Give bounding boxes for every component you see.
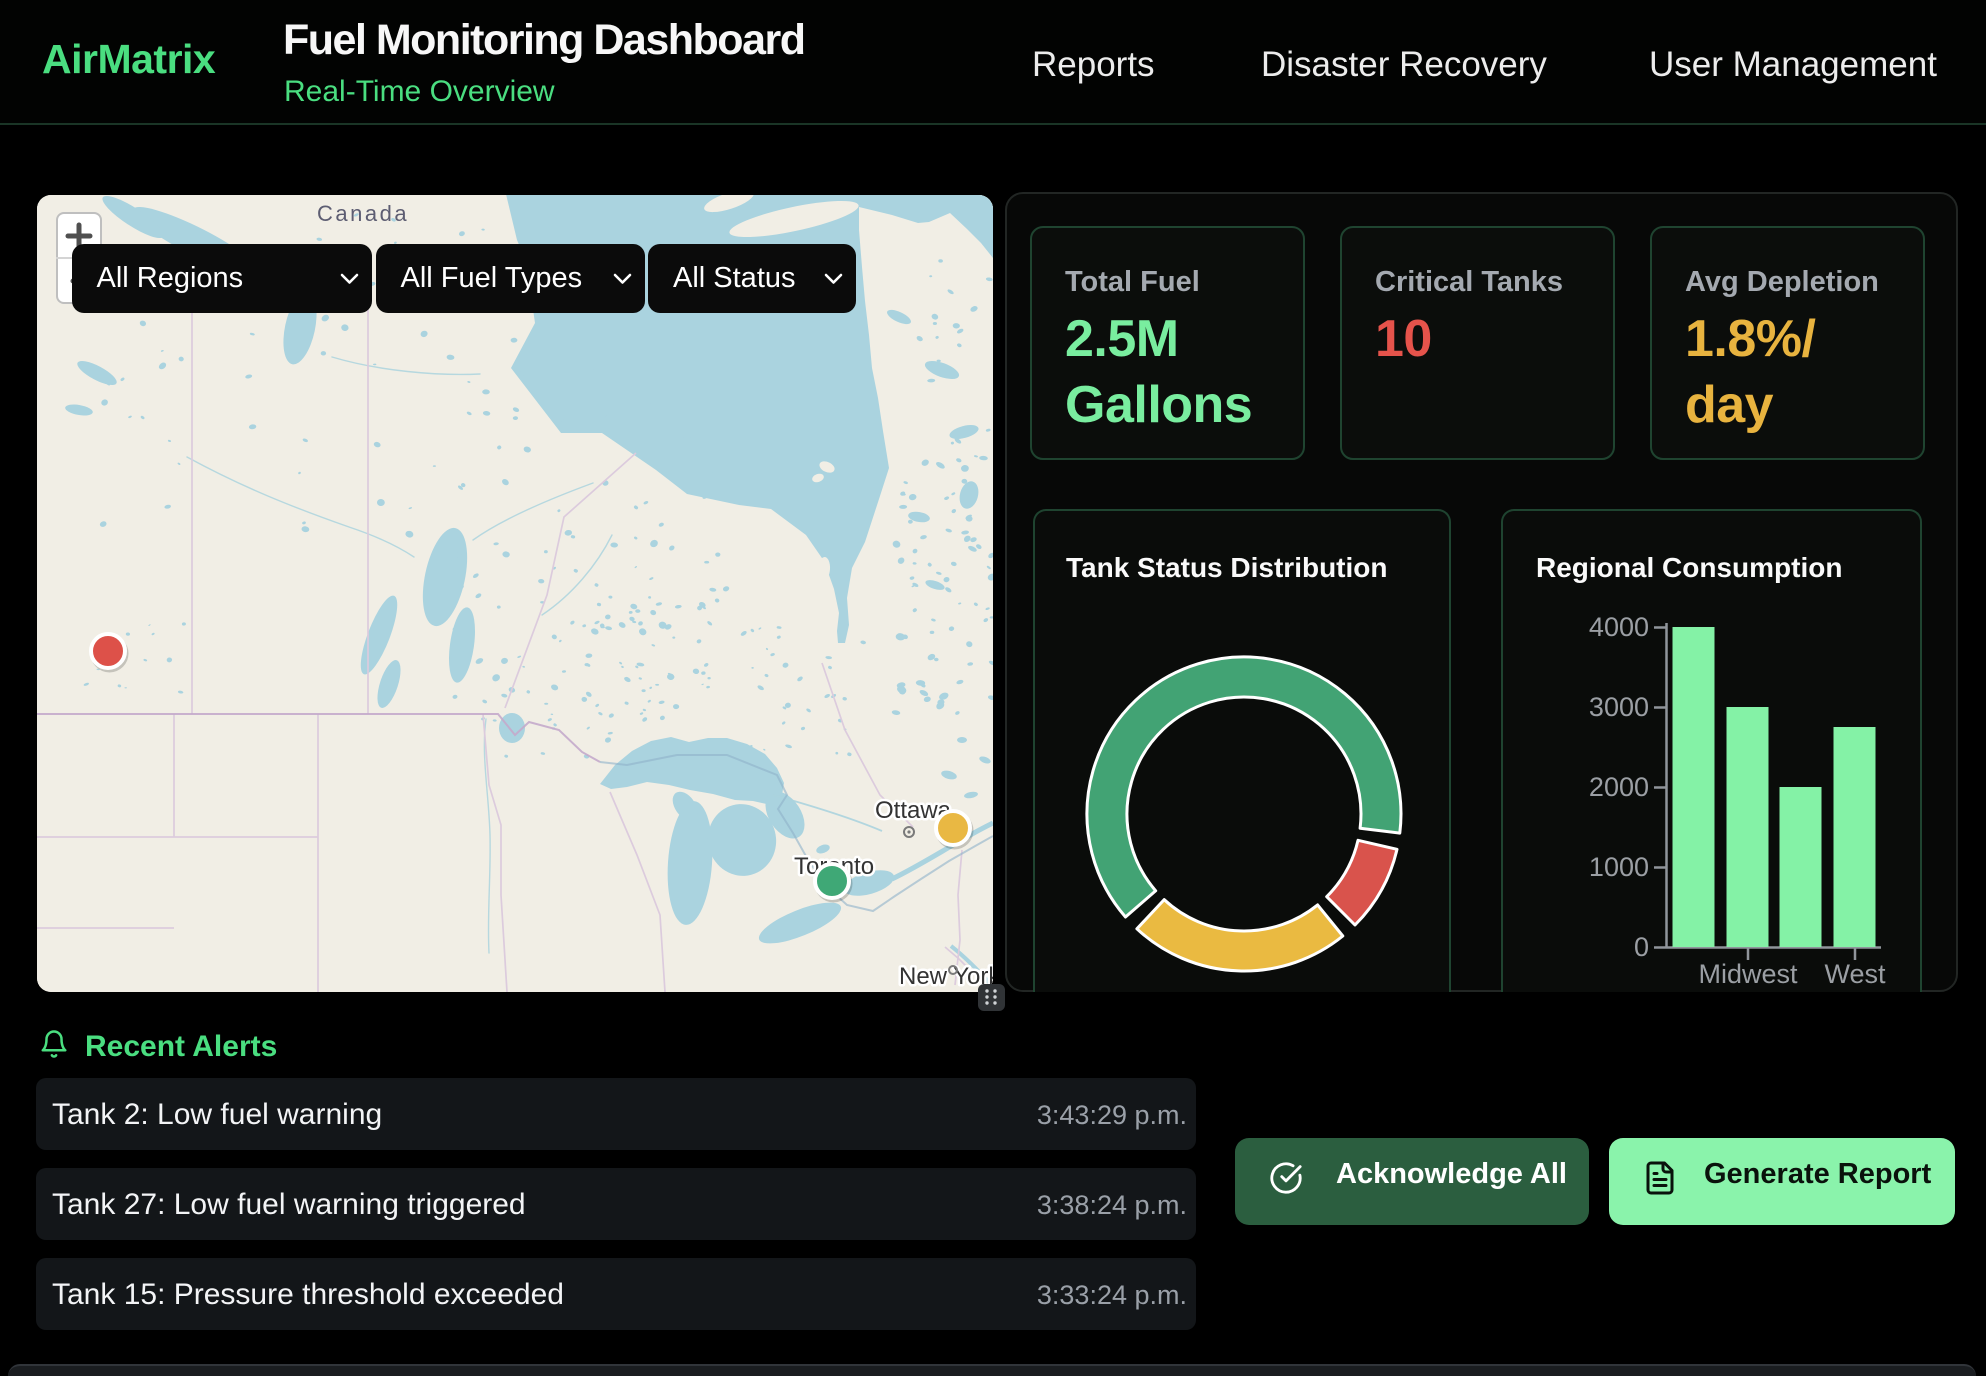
svg-text:2000: 2000 [1589, 772, 1649, 802]
svg-text:3000: 3000 [1589, 692, 1649, 722]
svg-text:Midwest: Midwest [1698, 959, 1798, 989]
svg-text:Canada: Canada [317, 201, 409, 226]
svg-text:4000: 4000 [1589, 612, 1649, 642]
svg-text:0: 0 [1634, 932, 1649, 962]
svg-text:West: West [1824, 959, 1886, 989]
svg-text:1000: 1000 [1589, 852, 1649, 882]
